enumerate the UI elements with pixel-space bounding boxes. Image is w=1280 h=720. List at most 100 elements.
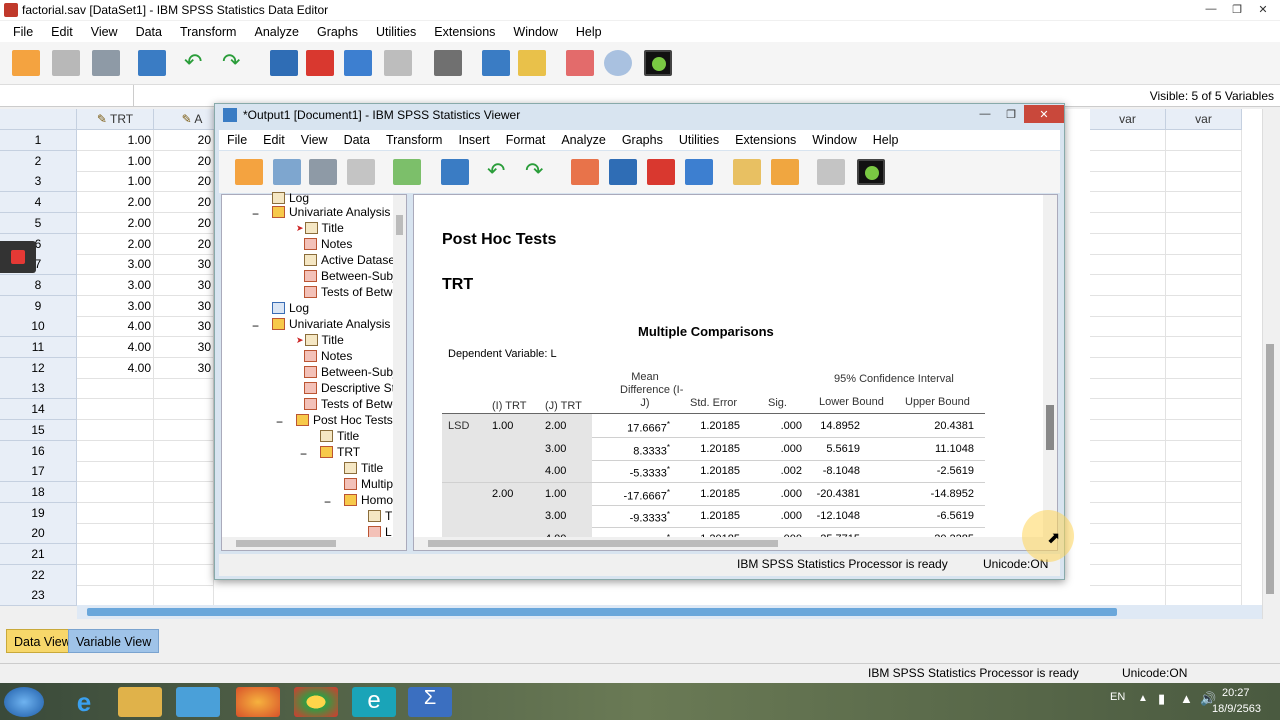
empty-cell[interactable]	[1166, 585, 1242, 607]
column-header-var[interactable]: var	[1090, 109, 1166, 130]
extension-hub-icon[interactable]	[857, 159, 885, 185]
empty-cell[interactable]	[1166, 150, 1242, 172]
trt-cell[interactable]: 3.00	[77, 274, 154, 296]
trt-cell[interactable]	[77, 564, 154, 586]
trt-cell[interactable]	[77, 378, 154, 400]
empty-cell[interactable]	[1090, 274, 1166, 296]
trt-cell[interactable]: 1.00	[77, 171, 154, 193]
row-header[interactable]: 16	[0, 440, 77, 462]
media-player-icon[interactable]	[176, 687, 220, 717]
export-icon[interactable]	[393, 159, 421, 185]
insert-variable-icon[interactable]	[518, 50, 546, 76]
content-vertical-scrollbar[interactable]	[1043, 195, 1057, 537]
outline-item-log[interactable]: Log	[272, 301, 309, 315]
print-preview-icon[interactable]	[347, 159, 375, 185]
tray-arrow-icon[interactable]: ▲	[1138, 693, 1148, 704]
row-header[interactable]: 9	[0, 295, 77, 317]
a-cell[interactable]: 30	[154, 357, 214, 379]
outline-item-homogeneous[interactable]: Homo	[344, 493, 393, 507]
row-header[interactable]: 4	[0, 192, 77, 214]
a-cell[interactable]: 20	[154, 233, 214, 255]
goto-case-icon[interactable]	[270, 50, 298, 76]
trt-cell[interactable]	[77, 502, 154, 524]
collapse-toggle[interactable]: −	[300, 447, 307, 461]
trt-cell[interactable]	[77, 544, 154, 565]
a-cell[interactable]	[154, 502, 214, 524]
empty-cell[interactable]	[1090, 316, 1166, 338]
empty-cell[interactable]	[1090, 564, 1166, 586]
variables-icon[interactable]	[344, 50, 372, 76]
empty-cell[interactable]	[1090, 233, 1166, 255]
collapse-toggle[interactable]: −	[252, 319, 259, 333]
empty-cell[interactable]	[1166, 274, 1242, 296]
a-cell[interactable]: 30	[154, 337, 214, 358]
menu-file[interactable]: File	[219, 133, 255, 147]
empty-cell[interactable]	[1166, 316, 1242, 338]
empty-cell[interactable]	[1166, 233, 1242, 255]
collapse-toggle[interactable]: −	[324, 495, 331, 509]
empty-cell[interactable]	[1166, 502, 1242, 524]
empty-cell[interactable]	[1090, 399, 1166, 421]
outline-item-title[interactable]: ➤ Title	[296, 333, 344, 347]
empty-cell[interactable]	[1090, 461, 1166, 483]
minimize-button[interactable]: —	[972, 105, 998, 123]
cell-reference-field[interactable]	[0, 85, 134, 107]
row-header[interactable]: 2	[0, 150, 77, 172]
outline-item-descriptive[interactable]: Descriptive Stat	[296, 381, 405, 395]
scroll-thumb[interactable]	[428, 540, 778, 547]
menu-utilities[interactable]: Utilities	[367, 25, 425, 39]
trt-cell[interactable]	[77, 585, 154, 607]
menu-window[interactable]: Window	[804, 133, 864, 147]
trt-cell[interactable]: 4.00	[77, 357, 154, 379]
menu-edit[interactable]: Edit	[42, 25, 82, 39]
trt-cell[interactable]	[77, 461, 154, 483]
a-cell[interactable]: 30	[154, 254, 214, 276]
empty-cell[interactable]	[1090, 212, 1166, 234]
row-header[interactable]: 10	[0, 316, 77, 338]
empty-cell[interactable]	[1166, 419, 1242, 441]
goto-variable-icon[interactable]	[647, 159, 675, 185]
menu-analyze[interactable]: Analyze	[245, 25, 307, 39]
outline-item-active-dataset[interactable]: Active Dataset	[296, 253, 398, 267]
empty-cell[interactable]	[1090, 502, 1166, 524]
print-icon[interactable]	[309, 159, 337, 185]
menu-insert[interactable]: Insert	[450, 133, 497, 147]
a-cell[interactable]: 30	[154, 274, 214, 296]
spss-taskbar-icon[interactable]: Σ	[408, 687, 452, 717]
firefox-icon[interactable]	[236, 687, 280, 717]
save-icon[interactable]	[273, 159, 301, 185]
column-header-trt[interactable]: ✎ TRT	[77, 109, 154, 130]
empty-cell[interactable]	[1090, 254, 1166, 276]
menu-help[interactable]: Help	[865, 133, 907, 147]
row-header[interactable]: 17	[0, 461, 77, 483]
trt-cell[interactable]	[77, 481, 154, 503]
row-header[interactable]: 15	[0, 419, 77, 441]
empty-cell[interactable]	[1090, 295, 1166, 317]
trt-cell[interactable]	[77, 419, 154, 441]
column-header-var[interactable]: var	[1166, 109, 1242, 130]
a-cell[interactable]	[154, 544, 214, 565]
network-icon[interactable]: ▲	[1180, 691, 1193, 706]
tab-variable-view[interactable]: Variable View	[68, 629, 160, 653]
trt-cell[interactable]: 4.00	[77, 316, 154, 338]
use-sets-icon[interactable]	[604, 50, 632, 76]
menu-transform[interactable]: Transform	[378, 133, 451, 147]
empty-cell[interactable]	[1090, 544, 1166, 565]
outline-item-notes[interactable]: Notes	[296, 237, 352, 251]
outline-item-notes[interactable]: Notes	[296, 349, 352, 363]
row-header[interactable]: 3	[0, 171, 77, 193]
row-header[interactable]: 13	[0, 378, 77, 400]
content-horizontal-scrollbar[interactable]	[414, 537, 1057, 550]
row-header[interactable]: 11	[0, 337, 77, 358]
open-folder-icon[interactable]	[235, 159, 263, 185]
chrome-icon[interactable]	[294, 687, 338, 717]
empty-cell[interactable]	[1166, 337, 1242, 358]
row-header[interactable]: 14	[0, 399, 77, 421]
insert-title-icon[interactable]	[733, 159, 761, 185]
menu-data[interactable]: Data	[127, 25, 171, 39]
menu-data[interactable]: Data	[336, 133, 378, 147]
menu-graphs[interactable]: Graphs	[614, 133, 671, 147]
empty-cell[interactable]	[1166, 192, 1242, 214]
menu-extensions[interactable]: Extensions	[727, 133, 804, 147]
a-cell[interactable]: 20	[154, 130, 214, 151]
